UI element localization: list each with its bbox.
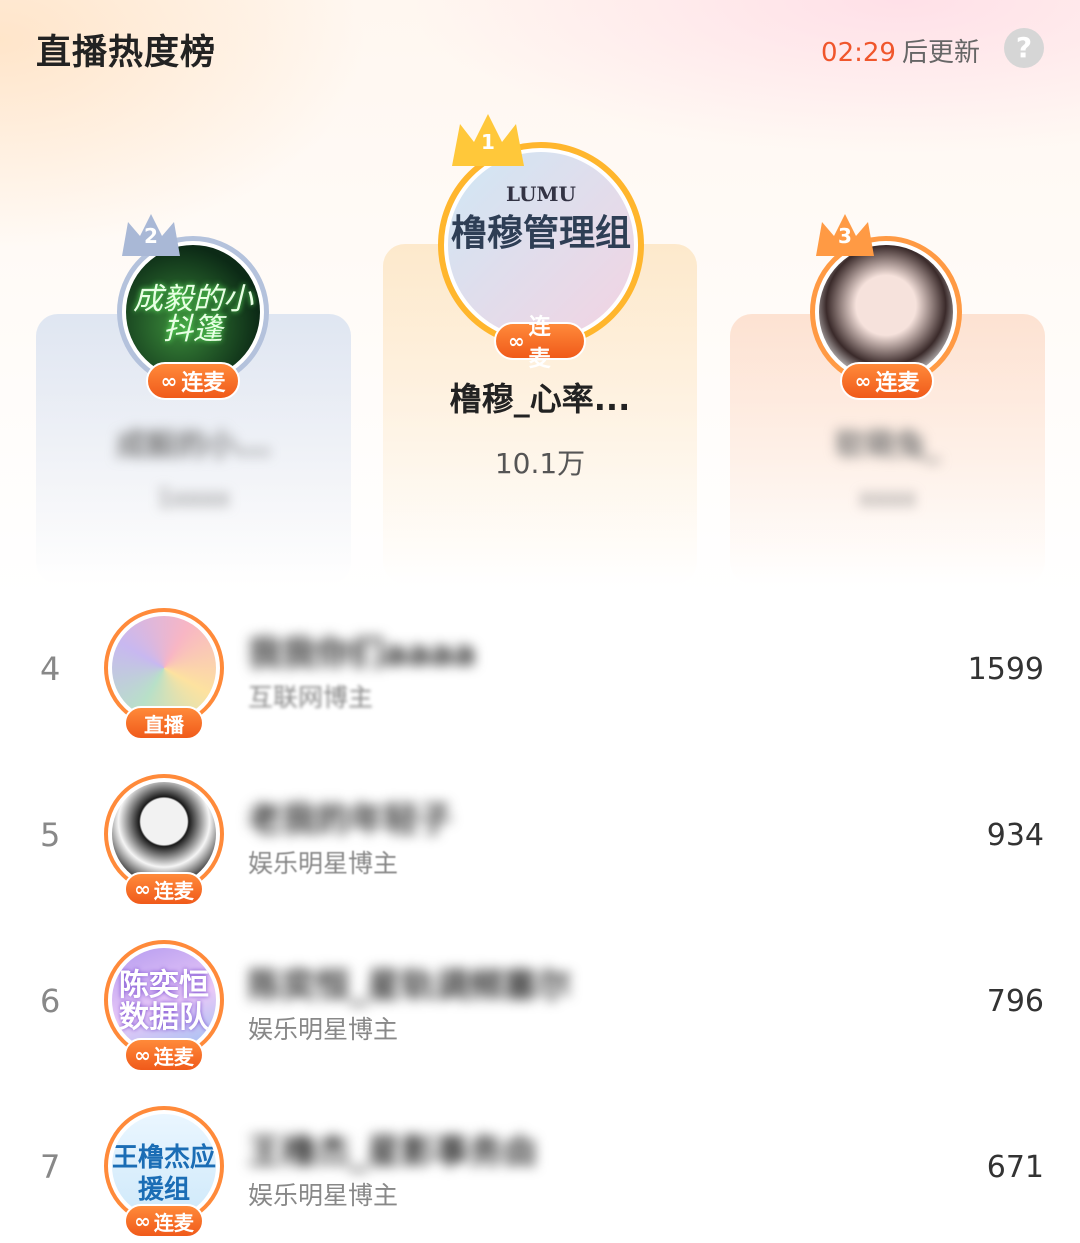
avatar: 成毅的小抖篷: [126, 245, 260, 379]
rank-number: 5: [40, 816, 61, 854]
list-item-type: 互联网博主: [248, 683, 374, 712]
link-mic-badge: ∞ 连麦: [124, 872, 204, 906]
link-icon: ∞: [508, 329, 525, 353]
badge-label: 连麦: [528, 315, 551, 372]
header: 直播热度榜 02:29 后更新 ?: [0, 0, 1080, 100]
crown-silver-icon: 2: [118, 210, 184, 260]
list-item[interactable]: 4 直播 我我你们aaaa 互联网博主 1599: [0, 608, 1080, 758]
avatar-image: [112, 616, 216, 720]
podium-value-3: xxxx: [859, 484, 916, 512]
badge-label: 连麦: [875, 371, 920, 396]
avatar-text: 王橹杰应援组: [112, 1143, 216, 1205]
list-item-name: 老我的年轻子: [248, 800, 452, 840]
avatar-brand: LUMU: [506, 182, 576, 206]
list-item-name: 我我你们aaaa: [248, 634, 476, 674]
list-item-name: 陈奕恒_星轨调频塞尔: [248, 966, 571, 1006]
link-mic-badge: ∞ 连麦: [494, 315, 586, 372]
crown-bronze-icon: 3: [812, 210, 878, 260]
link-icon: ∞: [134, 1043, 151, 1067]
live-badge: 直播: [124, 706, 204, 740]
crown-gold-icon: 1: [448, 110, 528, 170]
countdown-suffix: 后更新: [901, 38, 980, 68]
rank-number: 4: [40, 650, 61, 688]
link-mic-badge: ∞ 连麦: [124, 1204, 204, 1238]
link-icon: ∞: [160, 369, 178, 393]
update-countdown: 02:29 后更新: [821, 32, 980, 69]
list-item-type: 娱乐明星博主: [248, 1015, 399, 1044]
rank-number: 6: [40, 982, 61, 1020]
podium-value-1: 10.1万: [494, 447, 586, 480]
link-mic-badge: ∞ 连麦: [124, 1038, 204, 1072]
page-title: 直播热度榜: [36, 33, 217, 73]
list-item-value: 671: [986, 1150, 1044, 1185]
avatar-image: 陈奕恒数据队: [112, 948, 216, 1052]
crown-rank-number: 2: [144, 224, 158, 248]
link-mic-badge: ∞ 连麦: [840, 362, 934, 400]
list-item[interactable]: 7 王橹杰应援组 ∞ 连麦 王橹杰_星影事务由 娱乐明星博主 671: [0, 1106, 1080, 1243]
badge-label: 连麦: [153, 1044, 194, 1069]
help-icon[interactable]: ?: [1004, 28, 1044, 68]
link-icon: ∞: [134, 1209, 151, 1233]
crown-rank-number: 1: [481, 130, 495, 154]
badge-label: 连麦: [153, 878, 194, 903]
countdown-time: 02:29: [821, 38, 896, 68]
avatar-image: 王橹杰应援组: [112, 1114, 216, 1218]
rank-number: 7: [40, 1148, 61, 1186]
list-item[interactable]: 6 陈奕恒数据队 ∞ 连麦 陈奕恒_星轨调频塞尔 娱乐明星博主 796: [0, 940, 1080, 1090]
podium-name-2[interactable]: 成毅的小...: [36, 420, 351, 464]
avatar: [819, 245, 953, 379]
avatar-text: 橹穆管理组: [450, 213, 631, 254]
link-mic-badge: ∞ 连麦: [146, 362, 240, 400]
link-icon: ∞: [134, 877, 151, 901]
podium-name-1[interactable]: 橹穆_心率...: [383, 374, 697, 420]
crown-rank-number: 3: [838, 224, 852, 248]
list-item-name: 王橹杰_星影事务由: [248, 1132, 537, 1172]
list-item-type: 娱乐明星博主: [248, 849, 399, 878]
badge-label: 连麦: [153, 1210, 194, 1235]
list-item-type: 娱乐明星博主: [248, 1181, 399, 1210]
link-icon: ∞: [854, 369, 872, 393]
list-item-value: 1599: [967, 652, 1044, 687]
list-item-value: 934: [986, 818, 1044, 853]
avatar-image: [112, 782, 216, 886]
avatar-text: 陈奕恒数据队: [119, 968, 209, 1035]
badge-label: 连麦: [181, 371, 226, 396]
podium-value-2: 1xxxx: [157, 484, 230, 512]
avatar-text: 成毅的小抖篷: [133, 282, 253, 347]
list-item-value: 796: [986, 984, 1044, 1019]
list-item[interactable]: 5 ∞ 连麦 老我的年轻子 娱乐明星博主 934: [0, 774, 1080, 924]
podium-name-3[interactable]: 软萌兔_: [730, 420, 1045, 464]
